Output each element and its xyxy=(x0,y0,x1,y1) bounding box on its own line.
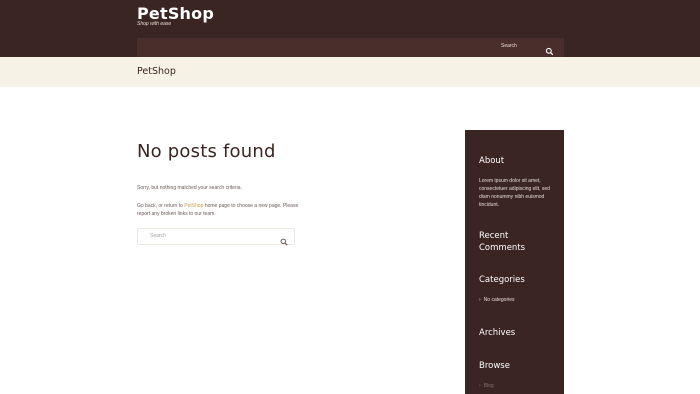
sidebar: About Lorem ipsum dolor sit amet, consec… xyxy=(465,130,564,394)
page-title: PetShop xyxy=(137,66,176,77)
recent-comments-heading-line2: Comments xyxy=(479,243,526,253)
search-input[interactable]: Search xyxy=(150,233,166,239)
categories-item-label: No categories xyxy=(483,297,515,303)
page-title-bar: PetShop xyxy=(0,57,700,87)
arrow-right-icon: › xyxy=(479,297,481,303)
content-search-box[interactable]: Search xyxy=(137,228,295,246)
browse-item-label[interactable]: Blog xyxy=(484,383,494,389)
categories-list-item: › No categories xyxy=(479,297,515,303)
recent-comments-heading: Recent Comments xyxy=(479,230,525,254)
site-tagline: Shop with ease xyxy=(137,21,172,27)
arrow-right-icon: › xyxy=(479,383,481,389)
recent-comments-heading-line1: Recent xyxy=(479,231,509,241)
search-icon[interactable] xyxy=(545,43,554,56)
about-text: Lorem ipsum dolor sit amet, consectetuer… xyxy=(479,178,550,208)
categories-heading: Categories xyxy=(479,275,525,285)
return-home-text-before: Go back, or return to xyxy=(137,203,185,209)
nav-search-input[interactable]: Search xyxy=(501,43,517,49)
return-home-message: Go back, or return to PetShop home page … xyxy=(137,202,307,218)
home-link[interactable]: PetShop xyxy=(184,203,203,209)
nav-bar: Search xyxy=(137,38,564,57)
no-posts-heading: No posts found xyxy=(137,141,276,162)
about-heading: About xyxy=(479,156,505,166)
browse-list-item[interactable]: › Blog xyxy=(479,383,494,389)
site-header: PetShop Shop with ease Search xyxy=(0,0,700,57)
browse-heading: Browse xyxy=(479,361,510,371)
archives-heading: Archives xyxy=(479,328,516,338)
no-results-message: Sorry, but nothing matched your search c… xyxy=(137,185,242,191)
search-icon[interactable] xyxy=(280,233,288,246)
